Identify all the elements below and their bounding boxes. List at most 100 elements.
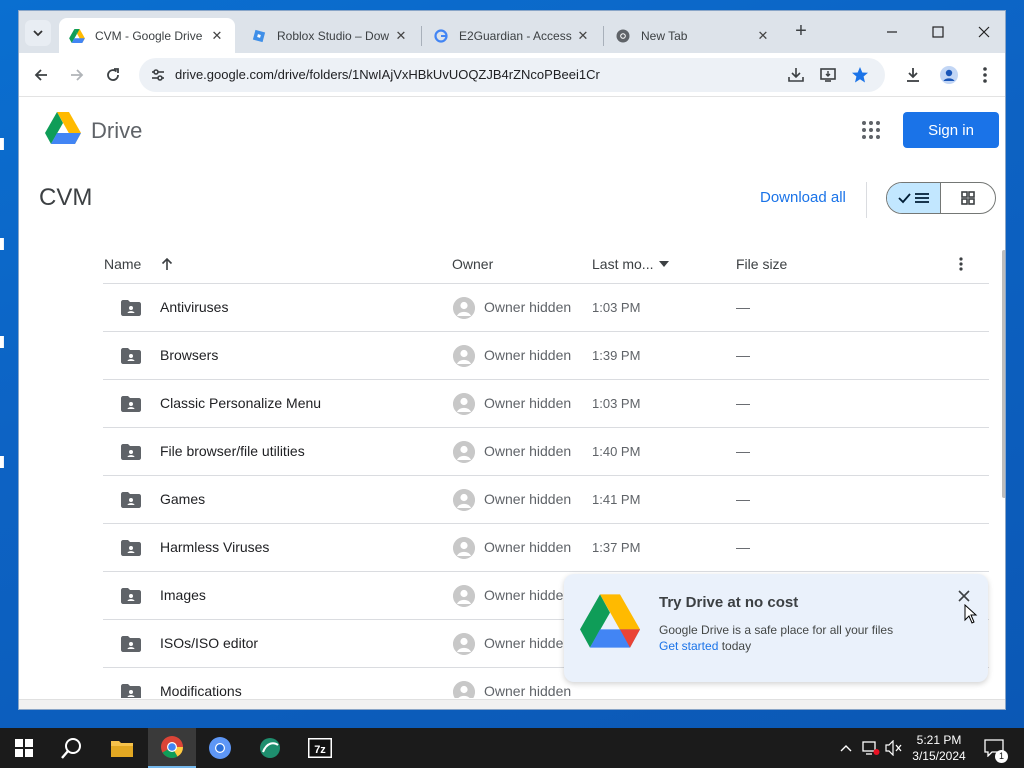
horizontal-scrollbar[interactable] bbox=[19, 699, 1005, 709]
file-size: — bbox=[736, 347, 750, 363]
volume-tray-button[interactable] bbox=[884, 728, 904, 768]
taskbar-7zip[interactable]: 7z bbox=[296, 728, 344, 768]
get-started-link[interactable]: Get started bbox=[659, 639, 718, 653]
clock-date: 3/15/2024 bbox=[912, 749, 966, 763]
minimize-button[interactable] bbox=[877, 19, 907, 45]
maximize-button[interactable] bbox=[923, 19, 953, 45]
desktop-icon-fragment[interactable]: ▌ bbox=[0, 138, 18, 150]
taskbar-chrome[interactable] bbox=[148, 728, 196, 768]
table-row[interactable]: Browsers Owner hidden 1:39 PM — bbox=[103, 332, 989, 380]
promo-title: Try Drive at no cost bbox=[659, 594, 799, 611]
chevron-down-icon bbox=[33, 30, 43, 37]
system-clock[interactable]: 5:21 PM 3/15/2024 bbox=[905, 732, 973, 764]
column-header-name[interactable]: Name bbox=[104, 245, 173, 283]
notification-center-button[interactable]: 1 bbox=[980, 728, 1008, 768]
reload-button[interactable] bbox=[101, 63, 125, 87]
grid-icon bbox=[961, 191, 975, 205]
file-name[interactable]: Harmless Viruses bbox=[160, 539, 269, 555]
table-row[interactable]: Classic Personalize Menu Owner hidden 1:03… bbox=[103, 380, 989, 428]
taskbar-app[interactable] bbox=[246, 728, 294, 768]
brand-name[interactable]: Drive bbox=[91, 118, 142, 144]
network-tray-button[interactable] bbox=[860, 728, 882, 768]
file-size: — bbox=[736, 539, 750, 555]
table-row[interactable]: Antiviruses Owner hidden 1:03 PM — bbox=[103, 284, 989, 332]
new-tab-button[interactable]: + bbox=[791, 21, 811, 42]
google-apps-icon[interactable] bbox=[861, 120, 881, 140]
last-modified: 1:03 PM bbox=[592, 396, 641, 411]
forward-button[interactable] bbox=[65, 63, 89, 87]
taskbar-file-explorer[interactable] bbox=[98, 728, 146, 768]
promo-close-button[interactable] bbox=[954, 586, 974, 606]
tab-search-button[interactable] bbox=[25, 20, 51, 46]
tab-new-tab[interactable]: New Tab ✕ bbox=[605, 18, 781, 53]
file-name[interactable]: Classic Personalize Menu bbox=[160, 395, 321, 411]
google-drive-logo-icon[interactable] bbox=[45, 112, 81, 144]
taskbar-search-button[interactable] bbox=[48, 728, 96, 768]
chrome-icon bbox=[161, 736, 183, 758]
owner-avatar-icon bbox=[453, 681, 475, 698]
taskbar-chromium[interactable] bbox=[196, 728, 244, 768]
tab-e2guardian[interactable]: E2Guardian - Access ✕ bbox=[423, 18, 601, 53]
app-icon bbox=[260, 738, 280, 758]
download-all-button[interactable]: Download all bbox=[760, 189, 846, 206]
close-window-button[interactable] bbox=[969, 19, 999, 45]
table-row[interactable]: Games Owner hidden 1:41 PM — bbox=[103, 476, 989, 524]
back-button[interactable] bbox=[29, 63, 53, 87]
shared-folder-icon bbox=[121, 396, 141, 412]
show-hidden-icons-button[interactable] bbox=[838, 728, 854, 768]
tab-title: E2Guardian - Access bbox=[459, 28, 572, 43]
start-button[interactable] bbox=[0, 728, 48, 768]
tab-title: CVM - Google Drive bbox=[95, 28, 203, 43]
file-name[interactable]: Browsers bbox=[160, 347, 218, 363]
close-tab-icon[interactable]: ✕ bbox=[575, 28, 591, 44]
desktop-icon-fragment[interactable]: ▌ bbox=[0, 336, 18, 348]
file-name[interactable]: Antiviruses bbox=[160, 299, 228, 315]
close-tab-icon[interactable]: ✕ bbox=[393, 28, 409, 44]
file-size: — bbox=[736, 443, 750, 459]
file-name[interactable]: Modifications bbox=[160, 683, 242, 698]
column-header-file-size[interactable]: File size bbox=[736, 245, 787, 283]
column-options-button[interactable] bbox=[959, 245, 963, 283]
chrome-icon bbox=[615, 28, 631, 44]
owner-name: Owner hidden bbox=[484, 347, 572, 363]
profile-button[interactable] bbox=[937, 63, 961, 87]
owner-avatar-icon bbox=[453, 537, 475, 559]
owner-name: Owner hidden bbox=[484, 539, 572, 555]
shared-folder-icon bbox=[121, 540, 141, 556]
desktop-icon-fragment[interactable]: ▌ bbox=[0, 456, 18, 468]
tune-icon bbox=[152, 69, 164, 81]
table-row[interactable]: File browser/file utilities Owner hidden 1… bbox=[103, 428, 989, 476]
owner-avatar-icon bbox=[453, 633, 475, 655]
sort-arrow-up-icon[interactable] bbox=[161, 257, 173, 271]
file-name[interactable]: ISOs/ISO editor bbox=[160, 635, 258, 651]
vertical-scrollbar[interactable] bbox=[1002, 250, 1005, 498]
column-header-owner[interactable]: Owner bbox=[452, 245, 493, 283]
install-app-button[interactable] bbox=[785, 64, 807, 86]
table-row[interactable]: Harmless Viruses Owner hidden 1:37 PM — bbox=[103, 524, 989, 572]
network-icon bbox=[862, 741, 880, 755]
browser-menu-button[interactable] bbox=[973, 63, 997, 87]
volume-muted-icon bbox=[885, 740, 902, 756]
column-header-last-modified[interactable]: Last mo... bbox=[592, 245, 670, 283]
list-view-button[interactable] bbox=[887, 183, 942, 213]
grid-view-button[interactable] bbox=[941, 183, 995, 213]
address-bar[interactable]: drive.google.com/drive/folders/1NwIAjVxH… bbox=[139, 58, 885, 92]
url-text[interactable]: drive.google.com/drive/folders/1NwIAjVxH… bbox=[175, 67, 600, 82]
tab-cvm-google-drive[interactable]: CVM - Google Drive ✕ bbox=[59, 18, 235, 53]
site-info-button[interactable] bbox=[147, 64, 169, 86]
close-tab-icon[interactable]: ✕ bbox=[209, 28, 225, 44]
file-name[interactable]: File browser/file utilities bbox=[160, 443, 305, 459]
tab-roblox-studio[interactable]: Roblox Studio – Dow ✕ bbox=[241, 18, 419, 53]
chevron-up-icon bbox=[840, 745, 852, 752]
desktop-icon-fragment[interactable]: ▌ bbox=[0, 238, 18, 250]
close-tab-icon[interactable]: ✕ bbox=[755, 28, 771, 44]
sign-in-button[interactable]: Sign in bbox=[903, 112, 999, 148]
file-size: — bbox=[736, 395, 750, 411]
file-name[interactable]: Images bbox=[160, 587, 206, 603]
open-in-app-button[interactable] bbox=[817, 64, 839, 86]
google-drive-icon bbox=[69, 28, 85, 44]
bookmark-star-button[interactable] bbox=[849, 64, 871, 86]
downloads-button[interactable] bbox=[901, 63, 925, 87]
file-name[interactable]: Games bbox=[160, 491, 205, 507]
tab-title: Roblox Studio – Dow bbox=[277, 28, 390, 43]
